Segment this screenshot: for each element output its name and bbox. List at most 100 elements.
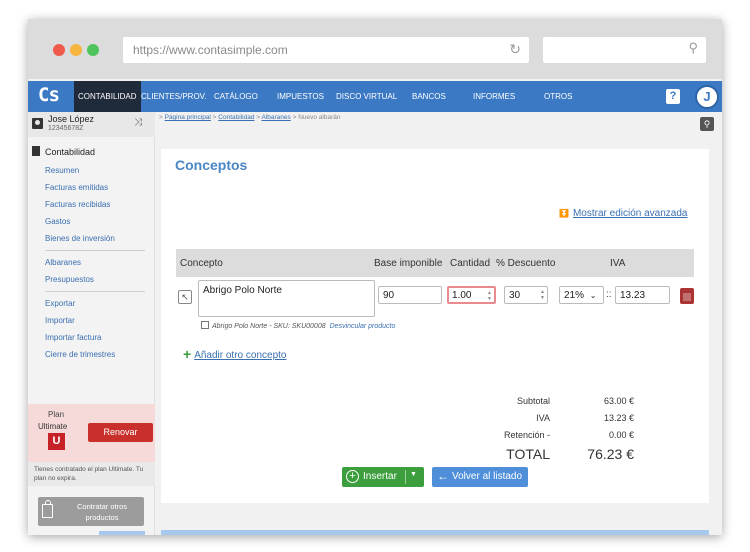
- switch-user-icon[interactable]: ⤨: [134, 117, 142, 128]
- concepts-card: Conceptos ⏬ Mostrar edición avanzada Conc…: [161, 149, 709, 503]
- plan-panel: Plan Ultimate U Renovar: [28, 404, 155, 462]
- caret-down-icon[interactable]: ▼: [410, 471, 417, 478]
- help-icon[interactable]: ?: [666, 89, 680, 104]
- discount-value: 30: [509, 290, 521, 301]
- sidebar-item-gastos[interactable]: Gastos: [45, 217, 70, 226]
- spinner-arrows-icon[interactable]: ▲ ▼: [540, 289, 545, 301]
- sidebar-item-facturas-emitidas[interactable]: Facturas emitidas: [45, 183, 108, 192]
- breadcrumb: > Página principal > Contabilidad > Alba…: [159, 114, 341, 121]
- search-icon: ⚲: [688, 40, 698, 55]
- delete-row-icon[interactable]: [680, 288, 694, 304]
- plan-note: Tienes contratado el plan Ultimate. Tu p…: [28, 462, 155, 486]
- unlink-product-link[interactable]: Desvincular producto: [330, 323, 396, 330]
- iva-total-label: IVA: [536, 413, 550, 423]
- url-text: https://www.contasimple.com: [133, 43, 288, 57]
- user-id: 12345678Z: [48, 125, 84, 132]
- reload-icon[interactable]: ↻: [509, 41, 521, 58]
- base-imponible-input[interactable]: 90: [378, 286, 442, 304]
- close-window-icon[interactable]: [53, 44, 65, 56]
- footer-strip: [161, 530, 709, 535]
- user-name: Jose López: [48, 114, 95, 124]
- page-title: Conceptos: [175, 157, 248, 173]
- nav-item-informes[interactable]: INFORMES: [473, 81, 515, 112]
- retention-label: Retención -: [503, 430, 550, 440]
- total-value: 76.23 €: [587, 446, 634, 462]
- plan-name: Ultimate: [38, 422, 68, 431]
- quantity-value: 1.00: [452, 290, 472, 301]
- add-concept-link[interactable]: + Añadir otro concepto: [183, 346, 286, 362]
- plan-badge: U: [48, 433, 65, 450]
- advanced-edit-label: Mostrar edición avanzada: [572, 208, 688, 219]
- breadcrumb-contabilidad[interactable]: Contabilidad: [218, 114, 254, 121]
- shopping-bag-icon: [42, 500, 53, 518]
- url-bar[interactable]: https://www.contasimple.com ↻: [123, 37, 529, 63]
- nav-item-clientes[interactable]: CLIENTES/PROV.: [141, 81, 207, 112]
- table-header: Concepto Base imponible Cantidad % Descu…: [176, 249, 694, 277]
- breadcrumb-albaranes[interactable]: Albaranes: [262, 114, 291, 121]
- subtotal-value: 63.00 €: [603, 396, 634, 406]
- advanced-edit-link[interactable]: ⏬ Mostrar edición avanzada: [559, 208, 687, 219]
- sidebar-item-albaranes[interactable]: Albaranes: [45, 258, 81, 267]
- product-link-info: Abrigo Polo Norte - SKU: SKU00008 Desvinc…: [201, 321, 395, 330]
- browser-window: https://www.contasimple.com ↻ ⚲ Cs CONTA…: [28, 19, 722, 535]
- plus-icon: +: [183, 346, 192, 362]
- avatar[interactable]: J: [695, 85, 719, 109]
- sidebar-section-title: Contabilidad: [32, 146, 95, 157]
- sidebar-item-presupuestos[interactable]: Presupuestos: [45, 275, 94, 284]
- user-icon: [32, 118, 43, 129]
- double-chevron-down-icon: ⏬: [559, 209, 569, 218]
- column-concepto: Concepto: [180, 258, 223, 269]
- iva-total-value: 13.23 €: [603, 413, 634, 423]
- sidebar-item-bienes-inversion[interactable]: Bienes de inversión: [45, 234, 115, 243]
- nav-item-impuestos[interactable]: IMPUESTOS: [277, 81, 324, 112]
- discount-stepper[interactable]: 30 ▲ ▼: [504, 286, 548, 304]
- user-panel[interactable]: Jose López 12345678Z ⤨: [28, 112, 155, 137]
- sidebar-footer-strip: [99, 531, 145, 535]
- sidebar-item-exportar[interactable]: Exportar: [45, 299, 75, 308]
- back-to-list-button[interactable]: ← Volver al listado: [432, 467, 528, 487]
- plan-label: Plan: [48, 410, 65, 419]
- app-logo[interactable]: Cs: [38, 84, 60, 106]
- plus-circle-icon: +: [346, 470, 359, 483]
- iva-amount-input[interactable]: 13.23: [615, 286, 670, 304]
- quantity-stepper[interactable]: 1.00 ▲ ▼: [447, 286, 496, 304]
- sidebar-divider: [45, 250, 145, 251]
- nav-item-otros[interactable]: OTROS: [544, 81, 572, 112]
- sidebar-item-importar-factura[interactable]: Importar factura: [45, 333, 101, 342]
- renew-button[interactable]: Renovar: [88, 423, 153, 442]
- link-icon: [201, 321, 209, 329]
- total-label: TOTAL: [506, 446, 550, 462]
- search-icon[interactable]: ⚲: [700, 117, 714, 131]
- contract-products-button[interactable]: Contratar otros productos: [38, 497, 144, 526]
- sidebar-item-resumen[interactable]: Resumen: [45, 166, 79, 175]
- back-to-list-label: Volver al listado: [452, 471, 523, 482]
- nav-item-disco-virtual[interactable]: DISCO VIRTUAL: [336, 81, 397, 112]
- app-navbar: Cs CONTABILIDAD CLIENTES/PROV. CATÁLOGO …: [28, 81, 722, 112]
- sidebar-section-label: Contabilidad: [45, 147, 96, 157]
- sidebar-item-facturas-recibidas[interactable]: Facturas recibidas: [45, 200, 110, 209]
- minimize-window-icon[interactable]: [70, 44, 82, 56]
- column-iva: IVA: [610, 258, 626, 269]
- select-product-icon[interactable]: ↖: [178, 290, 192, 304]
- sidebar-item-importar[interactable]: Importar: [45, 316, 75, 325]
- sidebar-item-cierre-trimestres[interactable]: Cierre de trimestres: [45, 350, 115, 359]
- chevron-down-icon: ⌄: [589, 291, 597, 300]
- contract-products-label: Contratar otros productos: [76, 502, 128, 522]
- browser-chrome: https://www.contasimple.com ↻ ⚲: [28, 19, 722, 79]
- subtotal-label: Subtotal: [516, 396, 550, 406]
- nav-item-bancos[interactable]: BANCOS: [412, 81, 446, 112]
- concept-textarea[interactable]: Abrigo Polo Norte: [198, 280, 375, 317]
- browser-search-bar[interactable]: ⚲: [543, 37, 706, 63]
- add-concept-label: Añadir otro concepto: [194, 350, 287, 361]
- spinner-arrows-icon[interactable]: ▲ ▼: [487, 290, 492, 302]
- button-divider: [405, 470, 406, 484]
- insert-label: Insertar: [363, 471, 397, 482]
- sidebar: Jose López 12345678Z ⤨ Contabilidad Resu…: [28, 112, 155, 535]
- maximize-window-icon[interactable]: [87, 44, 99, 56]
- breadcrumb-home[interactable]: Página principal: [165, 114, 211, 121]
- nav-item-catalogo[interactable]: CATÁLOGO: [214, 81, 258, 112]
- breadcrumb-current: Nuevo albarán: [298, 114, 341, 121]
- iva-rate-select[interactable]: 21% ⌄: [559, 286, 604, 304]
- insert-button[interactable]: + Insertar ▼: [342, 467, 424, 487]
- nav-item-contabilidad[interactable]: CONTABILIDAD: [74, 81, 141, 112]
